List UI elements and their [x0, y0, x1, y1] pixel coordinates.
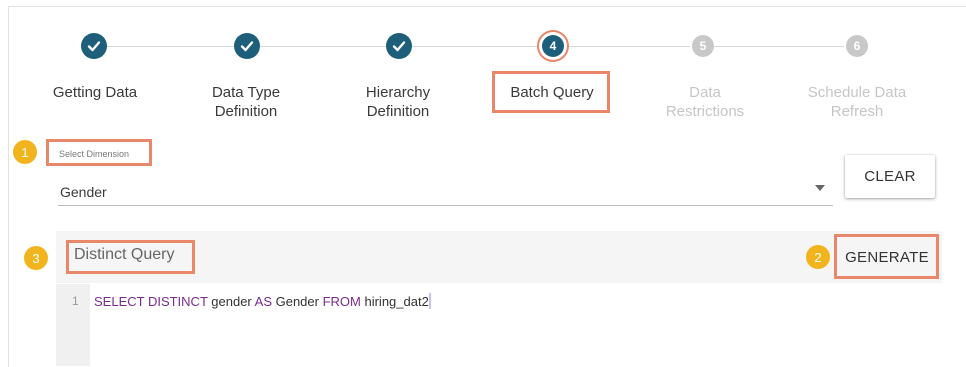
sql-text: gender [207, 294, 255, 309]
step-6-label-line2: Refresh [830, 103, 884, 120]
step-2-label-line1: Data Type [211, 84, 281, 101]
step-1-indicator[interactable] [81, 33, 107, 59]
step-connector [412, 46, 538, 47]
batch-query-highlight [492, 71, 610, 113]
step-2-label-line2: Definition [214, 103, 278, 120]
select-dimension-label: Select Dimension [59, 149, 130, 159]
callout-marker-2: 2 [806, 245, 830, 269]
distinct-query-title: Distinct Query [74, 246, 175, 263]
sql-text: Gender [272, 294, 323, 309]
sql-keyword: SELECT DISTINCT [94, 294, 208, 309]
step-2-label[interactable]: Data Type Definition [176, 83, 316, 121]
dimension-select-underline [58, 205, 833, 206]
check-icon [392, 41, 406, 52]
text-cursor [428, 293, 431, 309]
sql-code-line[interactable]: SELECT DISTINCT gender AS Gender FROM hi… [94, 293, 431, 309]
step-1-label[interactable]: Getting Data [25, 83, 165, 102]
check-icon [240, 41, 254, 52]
step-5-label[interactable]: Data Restrictions [635, 83, 775, 121]
sql-text: hiring_dat2 [360, 294, 429, 309]
step-6-indicator[interactable]: 6 [846, 35, 868, 57]
dimension-select-value[interactable]: Gender [60, 184, 107, 200]
line-number: 1 [72, 294, 79, 308]
step-connector [714, 46, 844, 47]
clear-button[interactable]: CLEAR [845, 155, 935, 198]
sql-keyword: AS [254, 294, 272, 309]
step-2-indicator[interactable] [234, 33, 260, 59]
generate-button[interactable]: GENERATE [838, 237, 936, 277]
check-icon [87, 41, 101, 52]
step-5-indicator[interactable]: 5 [692, 35, 714, 57]
step-connector [107, 46, 234, 47]
step-connector [260, 46, 386, 47]
caret-down-icon[interactable] [815, 185, 825, 191]
sql-keyword: FROM [322, 294, 361, 309]
step-5-label-line1: Data [689, 84, 721, 101]
callout-marker-1: 1 [13, 140, 37, 164]
step-6-label-line1: Schedule Data [807, 84, 907, 101]
step-5-label-line2: Restrictions [665, 103, 745, 120]
step-3-indicator[interactable] [386, 33, 412, 59]
step-6-label[interactable]: Schedule Data Refresh [787, 83, 927, 121]
callout-marker-3: 3 [24, 246, 48, 270]
step-connector [566, 46, 690, 47]
step-4-indicator[interactable]: 4 [542, 35, 564, 57]
step-3-label-line2: Definition [366, 103, 430, 120]
step-3-label[interactable]: Hierarchy Definition [328, 83, 468, 121]
step-3-label-line1: Hierarchy [365, 84, 431, 101]
